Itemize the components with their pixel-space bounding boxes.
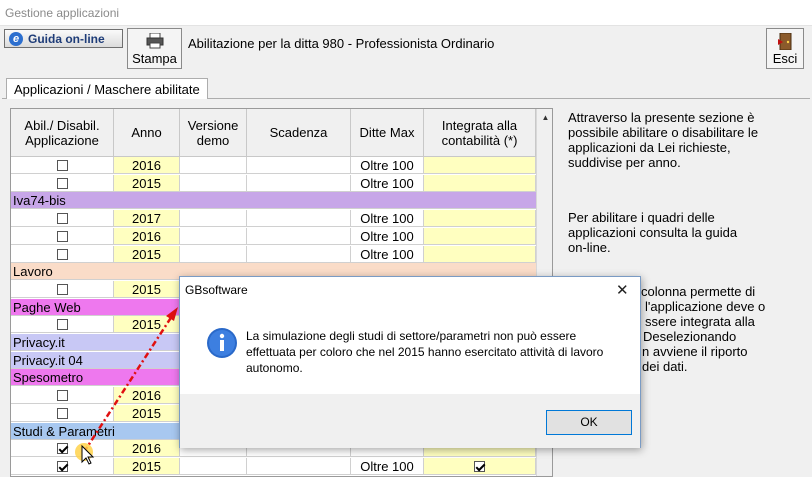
scadenza-cell bbox=[247, 157, 351, 174]
toolbar: e Guida on-line Stampa Abilitazione per … bbox=[0, 26, 812, 70]
info-paragraph-2: Per abilitare i quadri delle applicazion… bbox=[568, 210, 738, 255]
col-header-scadenza[interactable]: Scadenza bbox=[247, 109, 351, 157]
dialog-footer: OK bbox=[180, 394, 640, 448]
anno-cell: 2015 bbox=[114, 245, 180, 263]
col-header-versione-demo[interactable]: Versione demo bbox=[180, 109, 247, 157]
scadenza-cell bbox=[247, 457, 351, 475]
anno-cell: 2017 bbox=[114, 210, 180, 228]
ditte-max-cell: Oltre 100 bbox=[351, 157, 424, 174]
group-row[interactable]: Iva74-bis bbox=[11, 192, 536, 210]
message-dialog: GBsoftware ✕ La simulazione degli studi … bbox=[179, 276, 641, 448]
versione-demo-cell bbox=[180, 227, 247, 245]
ditte-max-cell: Oltre 100 bbox=[351, 174, 424, 192]
anno-cell: 2015 bbox=[114, 404, 180, 422]
tab-applicazioni[interactable]: Applicazioni / Maschere abilitate bbox=[6, 78, 208, 99]
stampa-label: Stampa bbox=[132, 51, 177, 66]
info-paragraph-3: colonna permette di l'applicazione deve … bbox=[641, 284, 766, 374]
integrata-cell bbox=[424, 227, 536, 245]
tab-applicazioni-label: Applicazioni / Maschere abilitate bbox=[14, 82, 200, 97]
exit-door-icon bbox=[778, 33, 792, 50]
col-header-ditte-max[interactable]: Ditte Max bbox=[351, 109, 424, 157]
info-icon bbox=[207, 328, 237, 358]
stampa-button[interactable]: Stampa bbox=[127, 28, 182, 69]
abil-checkbox[interactable] bbox=[56, 213, 68, 225]
ok-button[interactable]: OK bbox=[546, 410, 632, 435]
window-titlebar: Gestione applicazioni bbox=[0, 0, 812, 26]
abil-checkbox[interactable] bbox=[56, 177, 68, 189]
table-row[interactable]: 2017 Oltre 100 bbox=[11, 210, 536, 228]
dialog-title: GBsoftware bbox=[185, 283, 248, 297]
abil-cell bbox=[11, 316, 114, 334]
dialog-close-icon[interactable]: ✕ bbox=[616, 281, 629, 299]
col-header-abil[interactable]: Abil./ Disabil. Applicazione bbox=[11, 109, 114, 157]
integrata-cell bbox=[424, 174, 536, 192]
table-row[interactable]: 2016 Oltre 100 bbox=[11, 227, 536, 245]
abil-cell bbox=[11, 245, 114, 263]
anno-cell: 2015 bbox=[114, 174, 180, 192]
abil-checkbox[interactable] bbox=[56, 443, 68, 455]
abil-checkbox[interactable] bbox=[56, 283, 68, 295]
col-header-anno[interactable]: Anno bbox=[114, 109, 180, 157]
abil-checkbox[interactable] bbox=[56, 407, 68, 419]
scadenza-cell bbox=[247, 245, 351, 263]
scadenza-cell bbox=[247, 174, 351, 192]
ditte-max-cell: Oltre 100 bbox=[351, 245, 424, 263]
scadenza-cell bbox=[247, 227, 351, 245]
abil-checkbox[interactable] bbox=[56, 230, 68, 242]
integrata-checkbox[interactable] bbox=[474, 460, 485, 472]
table-row[interactable]: 2016 Oltre 100 bbox=[11, 157, 536, 174]
abil-checkbox[interactable] bbox=[56, 160, 68, 172]
abil-checkbox[interactable] bbox=[56, 319, 68, 331]
abil-cell bbox=[11, 440, 114, 458]
printer-icon bbox=[146, 33, 164, 49]
table-row[interactable]: 2015 Oltre 100 bbox=[11, 457, 536, 475]
integrata-cell bbox=[424, 157, 536, 174]
table-row[interactable]: 2015 Oltre 100 bbox=[11, 174, 536, 192]
ditte-max-cell: Oltre 100 bbox=[351, 210, 424, 228]
anno-cell: 2016 bbox=[114, 440, 180, 458]
versione-demo-cell bbox=[180, 157, 247, 174]
col-header-integrata[interactable]: Integrata alla contabilità (*) bbox=[424, 109, 536, 157]
versione-demo-cell bbox=[180, 245, 247, 263]
anno-cell: 2016 bbox=[114, 387, 180, 405]
anno-cell: 2015 bbox=[114, 316, 180, 334]
browser-icon: e bbox=[9, 31, 23, 46]
abil-checkbox[interactable] bbox=[56, 248, 68, 260]
abil-cell bbox=[11, 387, 114, 405]
abil-cell bbox=[11, 227, 114, 245]
abil-cell bbox=[11, 457, 114, 475]
versione-demo-cell bbox=[180, 174, 247, 192]
guida-online-label: Guida on-line bbox=[28, 31, 105, 46]
ditte-max-cell: Oltre 100 bbox=[351, 457, 424, 475]
info-paragraph-1: Attraverso la presente sezione è possibi… bbox=[568, 110, 759, 170]
integrata-cell bbox=[424, 457, 536, 475]
abil-cell bbox=[11, 174, 114, 192]
scroll-up-arrow-icon[interactable]: ▲ bbox=[537, 109, 552, 126]
versione-demo-cell bbox=[180, 457, 247, 475]
abil-checkbox[interactable] bbox=[56, 390, 68, 402]
abil-cell bbox=[11, 157, 114, 174]
ditta-header: Abilitazione per la ditta 980 - Professi… bbox=[188, 36, 495, 51]
anno-cell: 2015 bbox=[114, 457, 180, 475]
versione-demo-cell bbox=[180, 210, 247, 228]
abil-cell bbox=[11, 280, 114, 298]
abil-cell bbox=[11, 404, 114, 422]
anno-cell: 2016 bbox=[114, 157, 180, 174]
window-title: Gestione applicazioni bbox=[5, 6, 120, 20]
integrata-cell bbox=[424, 245, 536, 263]
abil-cell bbox=[11, 210, 114, 228]
anno-cell: 2015 bbox=[114, 280, 180, 298]
dialog-message: La simulazione degli studi di settore/pa… bbox=[246, 329, 604, 375]
integrata-cell bbox=[424, 210, 536, 228]
esci-label: Esci bbox=[772, 51, 798, 66]
ditte-max-cell: Oltre 100 bbox=[351, 227, 424, 245]
abil-checkbox[interactable] bbox=[56, 460, 68, 472]
anno-cell: 2016 bbox=[114, 227, 180, 245]
scadenza-cell bbox=[247, 210, 351, 228]
esci-button[interactable]: Esci bbox=[766, 28, 804, 69]
table-row[interactable]: 2015 Oltre 100 bbox=[11, 245, 536, 263]
guida-online-button[interactable]: e Guida on-line bbox=[4, 29, 123, 48]
